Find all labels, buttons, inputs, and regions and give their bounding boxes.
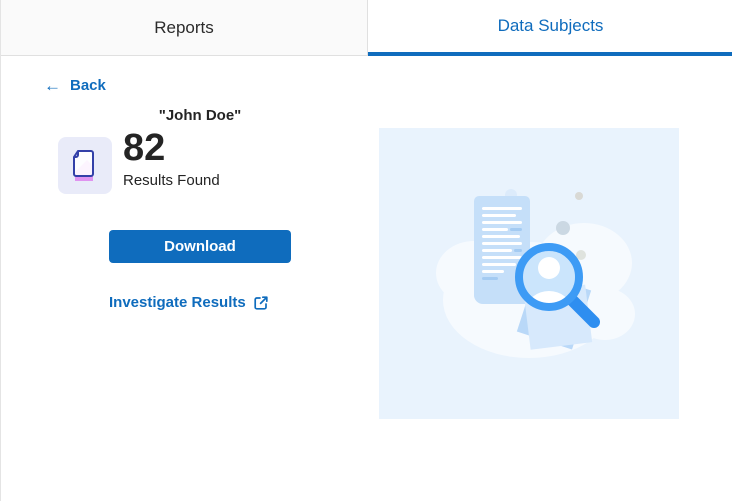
document-icon-glyph — [73, 149, 94, 181]
investigate-results-link[interactable]: Investigate Results — [109, 294, 269, 311]
search-query-name: "John Doe" — [158, 107, 242, 124]
document-icon — [58, 137, 112, 194]
external-link-icon — [254, 295, 268, 310]
results-count-label: Results Found — [123, 172, 220, 189]
results-count: 82 — [123, 127, 166, 169]
tab-data-subjects[interactable]: Data Subjects — [368, 0, 732, 56]
data-subjects-results-page: Reports Data Subjects ← Back "John Doe" … — [0, 0, 732, 501]
tab-reports[interactable]: Reports — [1, 0, 368, 56]
tab-data-subjects-label: Data Subjects — [497, 16, 604, 35]
back-arrow-icon: ← — [44, 76, 61, 95]
download-button[interactable]: Download — [109, 230, 291, 263]
investigate-results-label: Investigate Results — [109, 294, 246, 311]
tab-reports-label: Reports — [154, 17, 214, 37]
illustration-panel — [379, 128, 679, 419]
back-label: Back — [70, 77, 106, 94]
person-search-illustration — [436, 189, 635, 358]
back-link[interactable]: ← Back — [44, 77, 106, 94]
